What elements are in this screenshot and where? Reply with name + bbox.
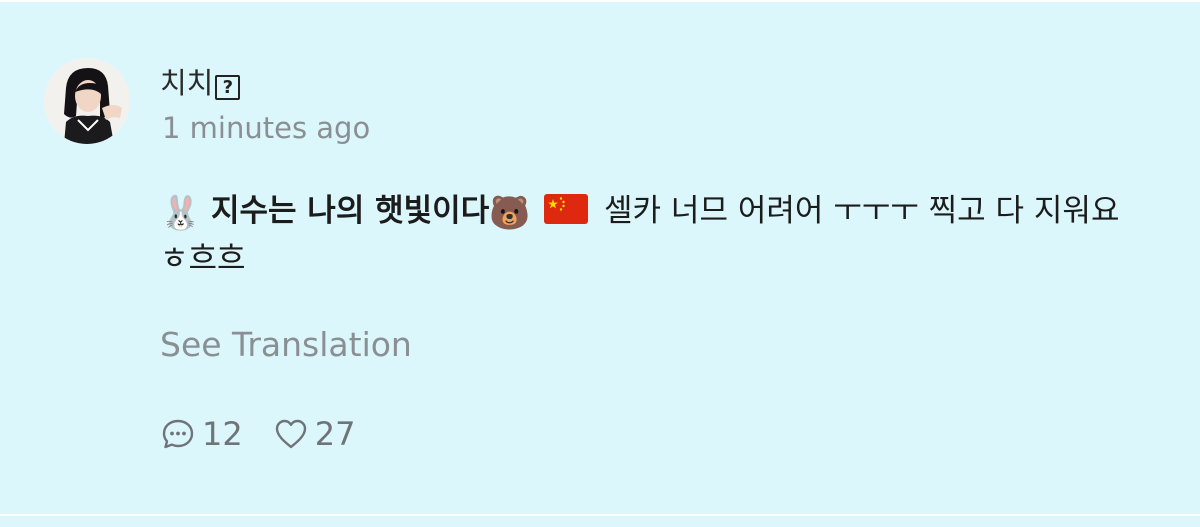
see-translation-link[interactable]: See Translation	[160, 324, 412, 366]
comment-item: 치치? 1 minutes ago 🐰 지수는 나의 햇빛이다🐻 셀카 너므 어…	[0, 0, 1200, 527]
reply-count: 12	[202, 415, 243, 453]
author-name[interactable]: 치치?	[160, 64, 241, 102]
comment-body: 🐰 지수는 나의 햇빛이다🐻 셀카 너므 어려어 ㅜㅜㅜ 찍고 다 지워요 ㅎ흐…	[160, 188, 1120, 282]
avatar-photo	[44, 58, 130, 144]
heart-outline-icon	[275, 419, 306, 449]
mention-nickname: 지수는 나의 햇빛이다	[210, 193, 490, 229]
avatar[interactable]	[44, 58, 130, 144]
like-count: 27	[314, 415, 356, 453]
comment-actions: 12 27	[160, 412, 385, 456]
china-flag-icon	[544, 194, 589, 224]
unknown-character-icon: ?	[215, 75, 241, 100]
divider-bottom	[0, 514, 1200, 516]
rabbit-face-icon: 🐰	[160, 193, 202, 232]
like-button[interactable]: 27	[273, 414, 356, 454]
comment-timestamp: 1 minutes ago	[162, 111, 371, 145]
speech-bubble-icon	[162, 419, 194, 449]
bear-face-icon: 🐻	[489, 193, 531, 232]
reply-button[interactable]: 12	[160, 414, 243, 454]
